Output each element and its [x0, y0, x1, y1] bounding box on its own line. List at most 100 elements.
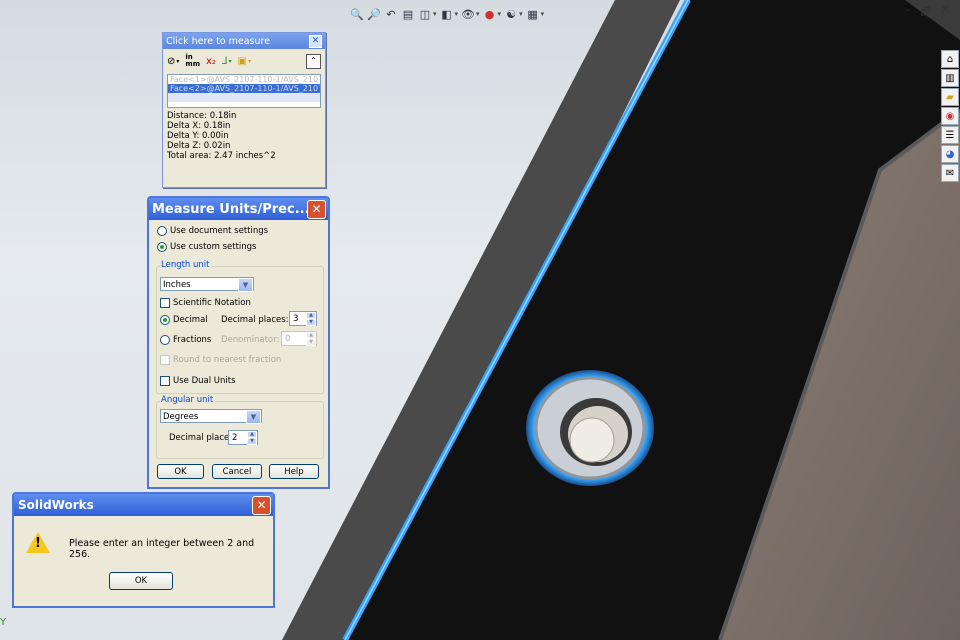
units-dialog-title: Measure Units/Prec... — [152, 201, 310, 217]
apply-scene-icon[interactable]: ☯ — [504, 7, 518, 21]
measure-results: Distance: 0.18in Delta X: 0.18in Delta Y… — [167, 111, 321, 161]
chevron-down-icon[interactable]: ▾ — [476, 10, 480, 18]
message-title-bar[interactable]: SolidWorks ✕ — [14, 494, 273, 516]
denominator-stepper: 0 ▲ ▼ — [281, 331, 317, 346]
length-unit-label: Length unit — [160, 260, 211, 270]
help-button[interactable]: Help — [269, 464, 319, 479]
length-unit-select[interactable]: Inches ▼ — [160, 277, 254, 292]
warning-icon: ! — [26, 532, 50, 553]
measure-title: Click here to measure — [166, 35, 271, 47]
radio-selected-icon — [157, 242, 167, 252]
message-ok-button[interactable]: OK — [109, 572, 173, 590]
close-icon[interactable]: ✕ — [309, 35, 322, 48]
view-settings-icon[interactable]: ▦ — [526, 7, 540, 21]
library-icon[interactable]: ▥ — [941, 69, 959, 87]
measure-title-bar[interactable]: Click here to measure ✕ — [163, 33, 325, 49]
measure-panel: Click here to measure ✕ ⊘ ▾ in mm x₂ ⅃ ▾ ▣ ▾… — [162, 32, 326, 188]
angular-places-stepper[interactable]: 2 ▲ ▼ — [228, 430, 258, 445]
radio-icon — [160, 335, 170, 345]
measure-toolbar: ⊘ ▾ in mm x₂ ⅃ ▾ ▣ ▾ ⌃ — [163, 49, 325, 73]
xyz-delta-icon[interactable]: x₂ — [206, 56, 216, 67]
close-icon[interactable]: ✕ — [941, 3, 950, 22]
angular-unit-select[interactable]: Degrees ▼ — [160, 409, 262, 424]
angular-places-value: 2 — [232, 433, 238, 443]
collapse-icon[interactable]: ⌃ — [306, 53, 321, 69]
edit-appearance-icon[interactable]: ● — [483, 7, 497, 21]
decimal-places-stepper[interactable]: 3 ▲ ▼ — [289, 311, 317, 326]
selection-list[interactable]: Face<1>@AVS_2107-110-1/AVS_2107-1 Face<2… — [167, 74, 321, 108]
selection-face-1[interactable]: Face<1>@AVS_2107-110-1/AVS_2107-1 — [168, 75, 320, 84]
result-distance: Distance: 0.18in — [167, 111, 237, 121]
result-delta-y: Delta Y: 0.00in — [167, 131, 229, 141]
spin-up-icon[interactable]: ▲ — [306, 312, 316, 319]
close-icon[interactable]: ✕ — [252, 496, 271, 515]
chevron-down-icon[interactable]: ▾ — [455, 10, 459, 18]
use-document-settings-radio[interactable]: Use document settings — [157, 226, 268, 236]
restore-icon[interactable]: 🗗 — [920, 3, 930, 22]
ok-button[interactable]: OK — [157, 464, 204, 479]
measure-units-dialog: Measure Units/Prec... ✕ Use document set… — [147, 196, 330, 489]
chevron-down-icon[interactable]: ▾ — [433, 10, 437, 18]
appearance-icon[interactable]: ◕ — [941, 145, 959, 163]
arc-circle-icon[interactable]: ⊘ ▾ — [167, 56, 179, 67]
chevron-down-icon[interactable]: ▼ — [238, 278, 253, 292]
previous-view-icon[interactable]: ↶ — [384, 7, 398, 21]
point-to-point-icon[interactable]: ⅃ ▾ — [222, 56, 232, 67]
message-text: Please enter an integer between 2 and 25… — [69, 538, 255, 560]
round-fraction-checkbox: Round to nearest fraction — [160, 355, 281, 365]
scientific-notation-checkbox[interactable]: Scientific Notation — [160, 298, 251, 308]
use-custom-label: Use custom settings — [170, 242, 257, 252]
zoom-to-fit-icon[interactable]: 🔍 — [350, 7, 364, 21]
spin-up-icon: ▲ — [306, 332, 316, 339]
round-label: Round to nearest fraction — [173, 355, 282, 365]
decimal-places-label: Decimal places: — [221, 315, 289, 325]
angular-unit-label: Angular unit — [160, 395, 215, 405]
view-orientation-icon[interactable]: ◫ — [418, 7, 432, 21]
cancel-button[interactable]: Cancel — [212, 464, 262, 479]
forum-icon[interactable]: ✉ — [941, 164, 959, 182]
units-precision-icon[interactable]: in mm — [185, 54, 200, 68]
folder-icon[interactable]: ▰ — [941, 88, 959, 106]
spin-down-icon: ▼ — [306, 339, 316, 346]
checkbox-icon — [160, 298, 170, 308]
result-delta-z: Delta Z: 0.02in — [167, 141, 231, 151]
chevron-down-icon[interactable]: ▾ — [541, 10, 545, 18]
fractions-radio[interactable]: Fractions — [160, 335, 211, 345]
minimize-icon[interactable]: – — [905, 3, 911, 22]
window-controls: – 🗗 ✕ — [905, 3, 950, 22]
angular-unit-value: Degrees — [163, 412, 199, 422]
selection-face-2[interactable]: Face<2>@AVS_2107-110-1/AVS_2107-1 — [168, 84, 320, 93]
selection-empty[interactable] — [168, 93, 320, 102]
spin-down-icon[interactable]: ▼ — [247, 438, 257, 445]
result-delta-x: Delta X: 0.18in — [167, 121, 231, 131]
zoom-area-icon[interactable]: 🔎 — [367, 7, 381, 21]
bushing-part[interactable] — [526, 370, 654, 486]
section-view-icon[interactable]: ▤ — [401, 7, 415, 21]
chevron-down-icon[interactable]: ▾ — [519, 10, 523, 18]
denominator-value: 0 — [285, 334, 291, 344]
display-style-icon[interactable]: ◧ — [440, 7, 454, 21]
angular-places-label: Decimal places: — [169, 433, 237, 443]
radio-selected-icon — [160, 315, 170, 325]
use-document-label: Use document settings — [170, 226, 269, 236]
history-icon[interactable]: ▣ ▾ — [238, 56, 251, 67]
units-title-bar[interactable]: Measure Units/Prec... ✕ — [149, 198, 328, 220]
spin-down-icon[interactable]: ▼ — [306, 319, 316, 326]
checkbox-icon — [160, 376, 170, 386]
chevron-down-icon[interactable]: ▼ — [246, 410, 261, 424]
checkbox-icon — [160, 355, 170, 365]
spin-up-icon[interactable]: ▲ — [247, 431, 257, 438]
decimal-label: Decimal — [173, 315, 208, 325]
use-custom-settings-radio[interactable]: Use custom settings — [157, 242, 256, 252]
home-icon[interactable]: ⌂ — [941, 50, 959, 68]
hide-show-items-icon[interactable]: 👁 — [461, 7, 475, 21]
properties-icon[interactable]: ☰ — [941, 126, 959, 144]
result-total-area: Total area: 2.47 inches^2 — [167, 151, 276, 161]
radio-icon — [157, 226, 167, 236]
dual-units-checkbox[interactable]: Use Dual Units — [160, 376, 236, 386]
chevron-down-icon[interactable]: ▾ — [498, 10, 502, 18]
decimal-radio[interactable]: Decimal — [160, 315, 208, 325]
fractions-label: Fractions — [173, 335, 212, 345]
parts-icon[interactable]: ◉ — [941, 107, 959, 125]
close-icon[interactable]: ✕ — [307, 200, 326, 219]
